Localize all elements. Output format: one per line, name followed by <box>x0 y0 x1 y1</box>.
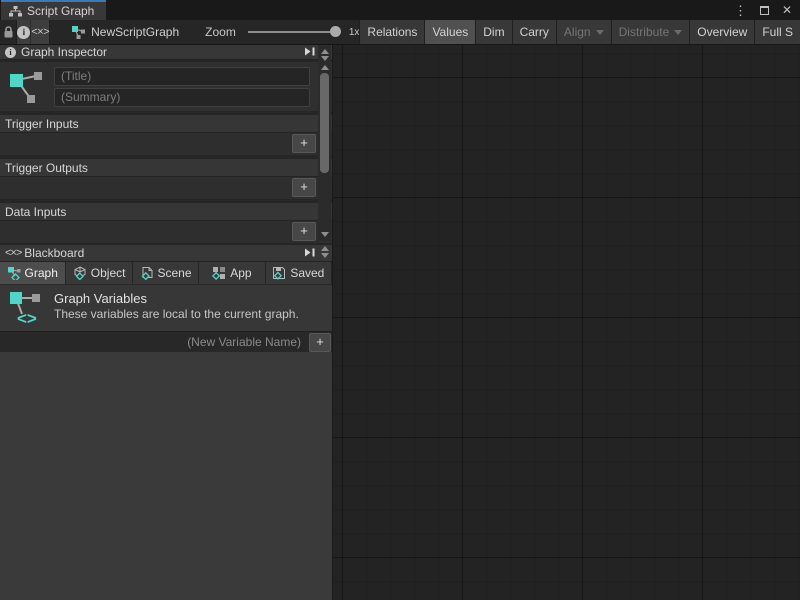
graph-toolbar: i <×> NewScriptGraph Zoom 1x Relations V… <box>0 20 800 45</box>
panel-expand-icon[interactable] <box>304 45 315 59</box>
app-grid-icon <box>212 266 226 280</box>
scrollbar-thumb[interactable] <box>320 73 329 173</box>
graph-variables-description: These variables are local to the current… <box>54 307 299 322</box>
code-brackets-icon: <×> <box>31 26 49 38</box>
blackboard-toggle-button[interactable]: <×> <box>30 20 50 44</box>
zoom-slider[interactable] <box>248 31 340 33</box>
summary-field[interactable] <box>54 88 310 107</box>
data-inputs-header: Data Inputs <box>0 203 332 221</box>
zoom-control: Zoom 1x <box>205 20 359 44</box>
data-inputs-list: + <box>0 221 332 243</box>
add-data-input-button[interactable]: + <box>292 222 316 241</box>
chevron-down-icon <box>596 30 604 35</box>
add-trigger-input-button[interactable]: + <box>292 134 316 153</box>
svg-text:<>: <> <box>17 309 37 328</box>
add-variable-button[interactable]: + <box>309 333 331 352</box>
window-controls: ⋮ ✕ <box>734 0 792 20</box>
overview-button[interactable]: Overview <box>689 20 754 44</box>
relations-button[interactable]: Relations <box>359 20 424 44</box>
blackboard-empty-area <box>0 352 332 600</box>
graph-variables-title: Graph Variables <box>54 290 299 307</box>
inspector-scrollbar[interactable] <box>318 45 331 241</box>
add-trigger-output-button[interactable]: + <box>292 178 316 197</box>
trigger-inputs-header: Trigger Inputs <box>0 115 332 133</box>
tab-saved[interactable]: Saved <box>266 262 332 284</box>
scroll-down-icon[interactable] <box>321 232 329 237</box>
script-graph-window: Script Graph ⋮ ✕ i <×> <box>0 0 800 600</box>
full-screen-button[interactable]: Full S <box>754 20 800 44</box>
lock-icon <box>3 26 14 39</box>
tab-script-graph[interactable]: Script Graph <box>1 0 106 20</box>
tab-graph[interactable]: Graph <box>0 262 66 284</box>
blackboard-tab-strip: Graph Object Scene <box>0 262 332 284</box>
code-brackets-icon: <×> <box>5 247 21 259</box>
graph-variables-info: <> Graph Variables These variables are l… <box>0 284 332 331</box>
scroll-up-icon[interactable] <box>321 49 329 54</box>
window-menu-icon[interactable]: ⋮ <box>734 4 747 17</box>
blackboard-header[interactable]: <×> Blackboard <box>0 245 332 262</box>
tab-app[interactable]: App <box>199 262 265 284</box>
lock-button[interactable] <box>0 20 16 44</box>
tab-object[interactable]: Object <box>66 262 132 284</box>
graph-variables-icon <box>8 267 21 280</box>
hierarchy-icon <box>9 6 22 17</box>
inspector-toggle-button[interactable]: i <box>16 20 30 44</box>
carry-button[interactable]: Carry <box>512 20 556 44</box>
distribute-dropdown-button[interactable]: Distribute <box>611 20 690 44</box>
new-variable-row: + <box>0 331 332 352</box>
scroll-down-icon[interactable] <box>321 56 329 61</box>
dim-button[interactable]: Dim <box>475 20 511 44</box>
blackboard-title: Blackboard <box>24 246 84 260</box>
new-variable-input[interactable] <box>0 332 308 352</box>
tab-title: Script Graph <box>27 4 94 18</box>
close-icon[interactable]: ✕ <box>782 4 792 16</box>
graph-name-breadcrumb[interactable]: NewScriptGraph <box>72 20 179 44</box>
scroll-up-icon[interactable] <box>321 246 329 251</box>
graph-title-summary-block <box>0 62 332 111</box>
tab-scene[interactable]: Scene <box>133 262 199 284</box>
zoom-slider-knob[interactable] <box>330 26 341 37</box>
info-icon: i <box>17 26 30 39</box>
chevron-down-icon <box>674 30 682 35</box>
blackboard-scrollbar[interactable] <box>318 245 331 260</box>
window-tab-bar: Script Graph ⋮ ✕ <box>0 0 800 20</box>
sidebar: i Graph Inspector Trigger <box>0 45 332 600</box>
graph-name-label: NewScriptGraph <box>91 25 179 39</box>
script-graph-icon <box>6 65 46 108</box>
toolbar-button-group: Relations Values Dim Carry Align Distrib… <box>359 20 800 44</box>
script-graph-icon <box>72 26 85 39</box>
floppy-icon <box>272 266 286 280</box>
cube-icon <box>73 266 87 280</box>
scroll-down-icon[interactable] <box>321 253 329 258</box>
info-icon: i <box>5 47 16 58</box>
trigger-inputs-list: + <box>0 133 332 155</box>
scene-icon <box>140 266 154 280</box>
title-field[interactable] <box>54 67 310 86</box>
trigger-outputs-header: Trigger Outputs <box>0 159 332 177</box>
zoom-label: Zoom <box>205 25 236 39</box>
graph-canvas[interactable] <box>332 45 800 600</box>
maximize-icon[interactable] <box>760 6 769 15</box>
graph-inspector-header[interactable]: i Graph Inspector <box>0 45 332 60</box>
align-dropdown-button[interactable]: Align <box>556 20 611 44</box>
graph-inspector-title: Graph Inspector <box>21 45 107 59</box>
variables-icon: <> <box>8 290 44 328</box>
panel-expand-icon[interactable] <box>304 246 315 260</box>
values-button[interactable]: Values <box>424 20 475 44</box>
trigger-outputs-list: + <box>0 177 332 199</box>
zoom-value: 1x <box>349 27 360 38</box>
scroll-up-icon[interactable] <box>321 65 329 70</box>
